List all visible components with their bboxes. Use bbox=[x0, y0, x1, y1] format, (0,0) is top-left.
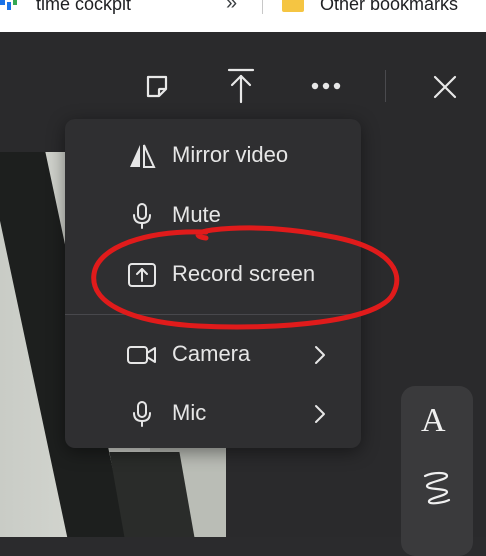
tool-palette: A bbox=[401, 386, 473, 556]
share-upload-icon[interactable] bbox=[224, 66, 258, 106]
close-icon[interactable] bbox=[428, 70, 462, 104]
scribble-icon[interactable] bbox=[421, 470, 453, 506]
time-cockpit-favicon-icon bbox=[0, 0, 17, 10]
chevron-right-icon bbox=[311, 342, 329, 368]
text-tool-button[interactable]: A bbox=[421, 402, 446, 440]
bookmark-time-cockpit[interactable]: time cockpit bbox=[36, 0, 131, 15]
toolbar-divider bbox=[385, 70, 386, 102]
bookmarks-overflow-chevron[interactable]: » bbox=[226, 0, 237, 15]
menu-item-mic[interactable]: Mic bbox=[65, 387, 361, 439]
camera-icon bbox=[127, 342, 157, 368]
microphone-icon bbox=[127, 401, 157, 427]
mirror-icon bbox=[127, 143, 157, 169]
chevron-right-icon bbox=[311, 401, 329, 427]
menu-item-label: Mic bbox=[172, 400, 207, 425]
menu-item-label: Mirror video bbox=[172, 142, 289, 167]
bookmarks-bar: time cockpit » Other bookmarks bbox=[0, 0, 486, 32]
menu-item-label: Camera bbox=[172, 341, 251, 366]
bookmark-other-bookmarks[interactable]: Other bookmarks bbox=[320, 0, 458, 15]
folder-icon bbox=[282, 0, 304, 12]
more-horizontal-icon[interactable] bbox=[308, 76, 344, 96]
menu-item-mirror-video[interactable]: Mirror video bbox=[65, 129, 361, 181]
red-annotation-circle bbox=[91, 225, 400, 330]
sticky-note-icon[interactable] bbox=[140, 70, 174, 104]
bookmarks-separator bbox=[262, 0, 263, 14]
menu-item-camera[interactable]: Camera bbox=[65, 328, 361, 380]
